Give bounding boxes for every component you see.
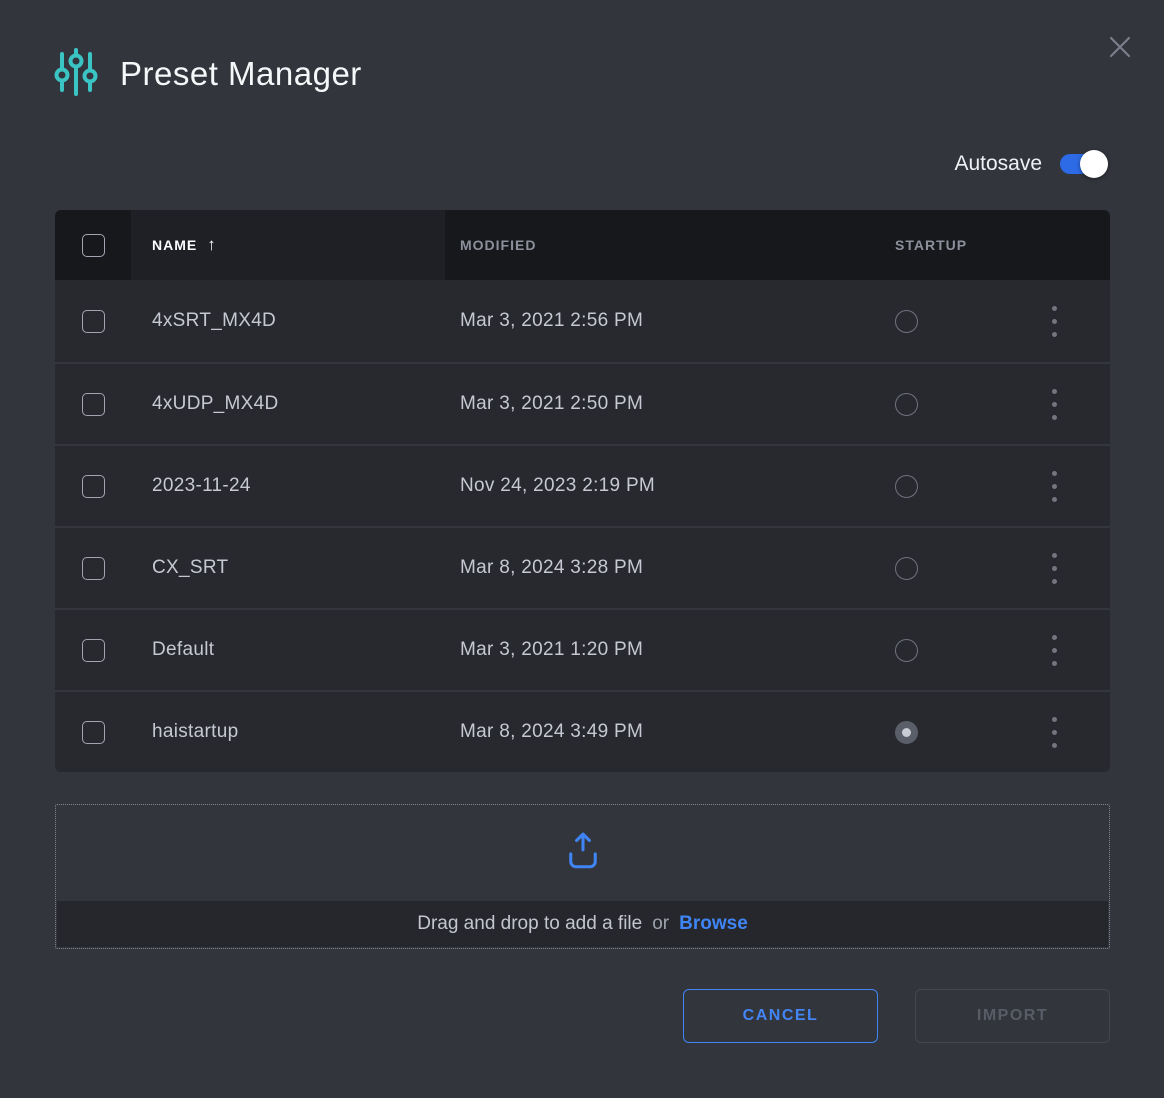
startup-radio[interactable] <box>895 475 918 498</box>
table-row[interactable]: CX_SRT Mar 8, 2024 3:28 PM <box>55 526 1110 608</box>
select-all-checkbox[interactable] <box>82 234 105 257</box>
preset-modified-label: Mar 3, 2021 1:20 PM <box>460 639 643 661</box>
preset-name-label: 4xUDP_MX4D <box>152 393 279 415</box>
file-dropzone[interactable]: Drag and drop to add a file or Browse <box>55 804 1110 949</box>
table-row[interactable]: haistartup Mar 8, 2024 3:49 PM <box>55 690 1110 772</box>
row-checkbox[interactable] <box>82 393 105 416</box>
preset-modified-label: Mar 8, 2024 3:49 PM <box>460 721 643 743</box>
table-row[interactable]: 4xSRT_MX4D Mar 3, 2021 2:56 PM <box>55 280 1110 362</box>
dropzone-text: Drag and drop to add a file <box>417 913 642 935</box>
kebab-menu-icon[interactable] <box>1046 465 1063 508</box>
dialog-title: Preset Manager <box>120 55 362 93</box>
row-checkbox[interactable] <box>82 475 105 498</box>
preset-name-label: CX_SRT <box>152 557 228 579</box>
autosave-toggle[interactable] <box>1060 154 1106 174</box>
dropzone-caption: Drag and drop to add a file or Browse <box>57 901 1108 947</box>
table-row[interactable]: 2023-11-24 Nov 24, 2023 2:19 PM <box>55 444 1110 526</box>
close-icon <box>1105 32 1135 65</box>
table-row[interactable]: 4xUDP_MX4D Mar 3, 2021 2:50 PM <box>55 362 1110 444</box>
preset-name-label: Default <box>152 639 214 661</box>
startup-radio[interactable] <box>895 310 918 333</box>
preset-modified-label: Mar 8, 2024 3:28 PM <box>460 557 643 579</box>
preset-name-label: 2023-11-24 <box>152 475 251 497</box>
startup-radio[interactable] <box>895 393 918 416</box>
preset-modified-label: Nov 24, 2023 2:19 PM <box>460 475 655 497</box>
row-checkbox[interactable] <box>82 721 105 744</box>
preset-name-label: haistartup <box>152 721 238 743</box>
column-header-modified[interactable]: MODIFIED <box>445 210 875 280</box>
startup-radio[interactable] <box>895 721 918 744</box>
column-header-startup[interactable]: STARTUP <box>875 210 1032 280</box>
kebab-menu-icon[interactable] <box>1046 300 1063 343</box>
table-header: NAME ↑ MODIFIED STARTUP <box>55 210 1110 280</box>
row-checkbox[interactable] <box>82 639 105 662</box>
preset-name-label: 4xSRT_MX4D <box>152 310 276 332</box>
dialog-footer: CANCEL IMPORT <box>0 989 1110 1043</box>
sort-asc-icon: ↑ <box>207 235 216 255</box>
toggle-knob <box>1080 150 1108 178</box>
kebab-menu-icon[interactable] <box>1046 383 1063 426</box>
preset-manager-dialog: Preset Manager Autosave NAME ↑ MODIFIED … <box>0 0 1164 1098</box>
dialog-header: Preset Manager <box>52 50 1164 98</box>
upload-icon <box>562 830 604 877</box>
startup-radio[interactable] <box>895 557 918 580</box>
table-row[interactable]: Default Mar 3, 2021 1:20 PM <box>55 608 1110 690</box>
kebab-menu-icon[interactable] <box>1046 629 1063 672</box>
row-checkbox[interactable] <box>82 310 105 333</box>
column-header-name[interactable]: NAME ↑ <box>131 210 445 280</box>
autosave-row: Autosave <box>0 148 1106 180</box>
browse-link[interactable]: Browse <box>679 913 748 935</box>
preset-modified-label: Mar 3, 2021 2:50 PM <box>460 393 643 415</box>
table-body: 4xSRT_MX4D Mar 3, 2021 2:56 PM 4xUDP_MX4… <box>55 280 1110 772</box>
import-button[interactable]: IMPORT <box>915 989 1110 1043</box>
kebab-menu-icon[interactable] <box>1046 547 1063 590</box>
startup-radio[interactable] <box>895 639 918 662</box>
dropzone-or-text: or <box>652 913 669 935</box>
kebab-menu-icon[interactable] <box>1046 711 1063 754</box>
preset-table: NAME ↑ MODIFIED STARTUP 4xSRT_MX4D Mar 3… <box>55 210 1110 772</box>
sliders-icon <box>52 47 100 102</box>
autosave-label: Autosave <box>954 152 1042 176</box>
close-button[interactable] <box>1102 30 1138 66</box>
cancel-button[interactable]: CANCEL <box>683 989 878 1043</box>
preset-modified-label: Mar 3, 2021 2:56 PM <box>460 310 643 332</box>
row-checkbox[interactable] <box>82 557 105 580</box>
